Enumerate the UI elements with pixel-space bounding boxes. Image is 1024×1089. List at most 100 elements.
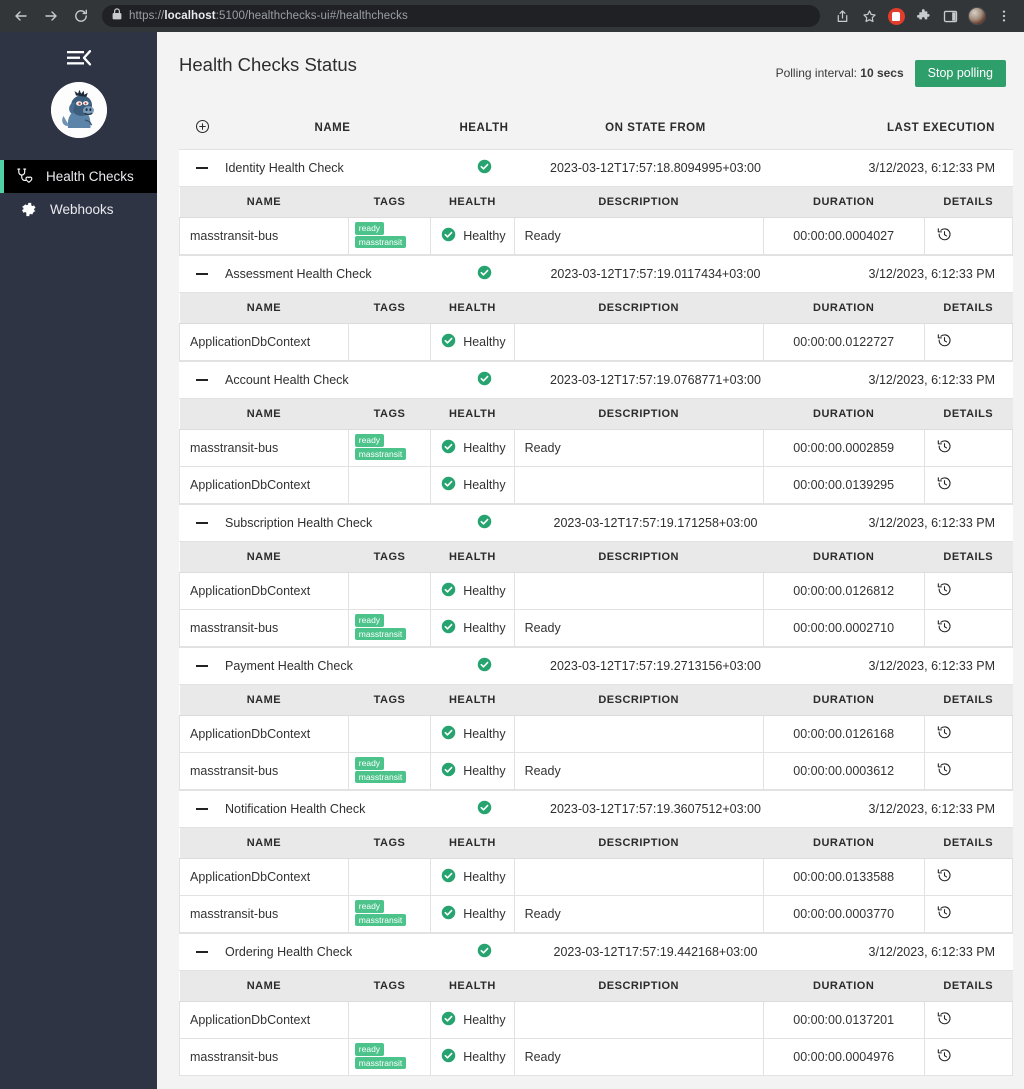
star-icon[interactable] <box>857 4 881 28</box>
collapse-menu-icon[interactable] <box>0 40 157 76</box>
health-check-entries-table: NAME TAGS HEALTH DESCRIPTION DURATION DETAILS… <box>179 292 1014 361</box>
entry-details-button[interactable] <box>923 751 1014 790</box>
history-clock-icon[interactable] <box>937 439 952 457</box>
detail-column-header-description: DESCRIPTION <box>514 186 764 218</box>
entry-details-button[interactable] <box>923 465 1014 504</box>
profile-avatar-icon[interactable] <box>965 4 989 28</box>
detail-column-header-details: DETAILS <box>924 541 1013 573</box>
entry-name: masstransit-bus <box>179 751 349 790</box>
collapse-group-button[interactable] <box>179 646 225 685</box>
health-check-detail-container: NAME TAGS HEALTH DESCRIPTION DURATION DETAILS… <box>179 541 1014 647</box>
entry-name: masstransit-bus <box>179 428 349 467</box>
health-check-group-row[interactable]: Identity Health Check 2023-03-12T17:57:18… <box>179 148 1013 187</box>
history-clock-icon[interactable] <box>937 227 952 245</box>
tag-pill: masstransit <box>354 770 407 784</box>
health-check-entry-row: masstransit-bus ready masstransit Healthy Re… <box>179 428 1014 467</box>
check-circle-icon <box>441 582 456 600</box>
tag-pill: ready <box>354 433 385 447</box>
extension-blocker-icon[interactable] <box>884 4 908 28</box>
entry-health-label: Healthy <box>463 726 506 741</box>
minus-icon <box>196 167 208 170</box>
collapse-group-button[interactable] <box>179 360 225 399</box>
health-check-group-row[interactable]: Account Health Check 2023-03-12T17:57:19.… <box>179 360 1013 399</box>
share-icon[interactable] <box>830 4 854 28</box>
history-clock-icon[interactable] <box>937 762 952 780</box>
entry-duration: 00:00:00.0003612 <box>762 751 925 790</box>
entry-name: ApplicationDbContext <box>179 322 349 361</box>
detail-column-header-health: HEALTH <box>430 541 515 573</box>
health-check-group-row[interactable]: Notification Health Check 2023-03-12T17:5… <box>179 789 1013 828</box>
detail-column-header-health: HEALTH <box>430 398 515 430</box>
health-check-name: Subscription Health Check <box>225 503 440 542</box>
health-check-detail-container: NAME TAGS HEALTH DESCRIPTION DURATION DETAILS… <box>179 970 1014 1076</box>
history-clock-icon[interactable] <box>937 333 952 351</box>
entry-details-button[interactable] <box>923 714 1014 753</box>
entry-health: Healthy <box>430 751 515 790</box>
health-check-group-row[interactable]: Subscription Health Check 2023-03-12T17:5… <box>179 503 1013 542</box>
minus-icon <box>196 273 208 276</box>
detail-cell: NAME TAGS HEALTH DESCRIPTION DURATION DETAILS… <box>179 292 1014 361</box>
back-arrow-icon[interactable] <box>8 3 34 29</box>
entry-details-button[interactable] <box>923 571 1014 610</box>
collapse-group-button[interactable] <box>179 503 225 542</box>
entry-description <box>513 714 764 753</box>
entry-details-button[interactable] <box>923 894 1014 933</box>
puzzle-piece-icon[interactable] <box>911 4 935 28</box>
entry-duration: 00:00:00.0137201 <box>762 1000 925 1039</box>
detail-column-header-tags: TAGS <box>348 398 431 430</box>
history-clock-icon[interactable] <box>937 476 952 494</box>
health-check-entry-row: masstransit-bus ready masstransit Healthy Re… <box>179 751 1014 790</box>
side-panel-icon[interactable] <box>938 4 962 28</box>
tag-pill: masstransit <box>354 913 407 927</box>
stop-polling-button[interactable]: Stop polling <box>914 60 1006 87</box>
detail-column-header-tags: TAGS <box>348 827 431 859</box>
detail-cell: NAME TAGS HEALTH DESCRIPTION DURATION DETAILS… <box>179 970 1014 1076</box>
expand-all-button[interactable] <box>179 108 225 149</box>
history-clock-icon[interactable] <box>937 868 952 886</box>
history-clock-icon[interactable] <box>937 619 952 637</box>
entry-details-button[interactable] <box>923 857 1014 896</box>
history-clock-icon[interactable] <box>937 725 952 743</box>
history-clock-icon[interactable] <box>937 905 952 923</box>
entry-details-button[interactable] <box>923 1037 1014 1076</box>
health-check-name: Ordering Health Check <box>225 932 440 971</box>
polling-interval-label: Polling interval: <box>775 66 857 81</box>
tag-pill: ready <box>354 221 385 235</box>
history-clock-icon[interactable] <box>937 1011 952 1029</box>
page-title: Health Checks Status <box>179 54 357 75</box>
detail-column-header-health: HEALTH <box>430 684 515 716</box>
browser-toolbar: https://localhost:5100/healthchecks-ui#/… <box>0 0 1024 32</box>
history-clock-icon[interactable] <box>937 1048 952 1066</box>
health-check-entry-row: ApplicationDbContext Healthy 00:00:00.0139… <box>179 465 1014 504</box>
entry-details-button[interactable] <box>923 1000 1014 1039</box>
health-check-group-row[interactable]: Assessment Health Check 2023-03-12T17:57:… <box>179 254 1013 293</box>
collapse-group-button[interactable] <box>179 932 225 971</box>
entry-details-button[interactable] <box>923 428 1014 467</box>
forward-arrow-icon[interactable] <box>38 3 64 29</box>
collapse-group-button[interactable] <box>179 148 225 187</box>
health-check-status <box>440 646 528 685</box>
detail-column-header-details: DETAILS <box>924 186 1013 218</box>
entry-details-button[interactable] <box>923 608 1014 647</box>
health-check-group-row[interactable]: Ordering Health Check 2023-03-12T17:57:19… <box>179 932 1013 971</box>
health-check-group-row[interactable]: Payment Health Check 2023-03-12T17:57:19.… <box>179 646 1013 685</box>
address-bar[interactable]: https://localhost:5100/healthchecks-ui#/… <box>102 5 820 27</box>
collapse-group-button[interactable] <box>179 254 225 293</box>
collapse-group-button[interactable] <box>179 789 225 828</box>
history-clock-icon[interactable] <box>937 582 952 600</box>
entry-health-label: Healthy <box>463 763 506 778</box>
check-circle-icon <box>441 439 456 457</box>
sidebar-item-webhooks[interactable]: Webhooks <box>0 193 157 226</box>
entry-details-button[interactable] <box>923 322 1014 361</box>
sidebar-item-health-checks[interactable]: Health Checks <box>0 160 157 193</box>
entry-duration: 00:00:00.0139295 <box>762 465 925 504</box>
health-check-entry-row: masstransit-bus ready masstransit Healthy Re… <box>179 1037 1014 1076</box>
reload-icon[interactable] <box>68 3 94 29</box>
three-dot-menu-icon[interactable] <box>992 4 1016 28</box>
health-check-on-state-from: 2023-03-12T17:57:18.8094995+03:00 <box>528 148 783 187</box>
entry-health: Healthy <box>430 428 515 467</box>
entry-details-button[interactable] <box>923 216 1014 255</box>
entry-health-label: Healthy <box>463 228 506 243</box>
health-check-detail-container: NAME TAGS HEALTH DESCRIPTION DURATION DETAILS… <box>179 684 1014 790</box>
minus-icon <box>196 522 208 525</box>
